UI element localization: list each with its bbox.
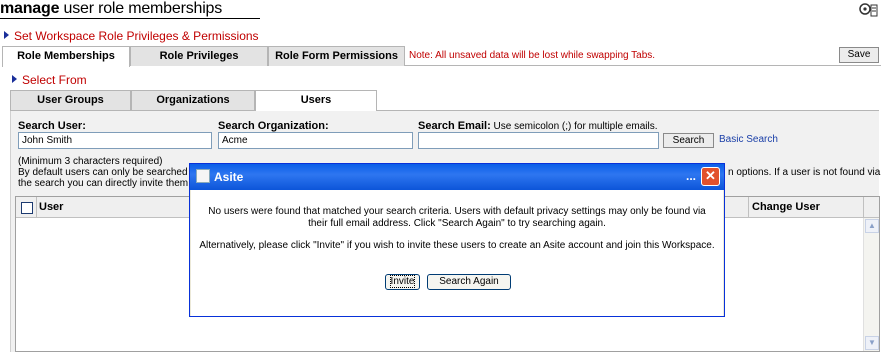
dialog-dots: ... — [685, 169, 696, 183]
search-email-label: Search Email: Use semicolon (;) for mult… — [418, 120, 658, 132]
search-again-button[interactable]: Search Again — [427, 274, 511, 290]
scroll-down-icon[interactable]: ▼ — [865, 336, 879, 350]
dialog-title: Asite — [214, 170, 244, 184]
column-header-user[interactable]: User — [39, 201, 63, 213]
search-organization-label: Search Organization: — [218, 120, 329, 132]
tab-role-form-permissions[interactable]: Role Form Permissions — [268, 46, 405, 66]
dialog-message-line-1: No users were found that matched your se… — [208, 206, 706, 217]
dialog-message-line-2: their full email address. Click "Search … — [308, 218, 606, 229]
page-title-rest: user role memberships — [59, 0, 223, 17]
invite-button[interactable]: Invite — [385, 274, 420, 290]
search-organization-input[interactable] — [218, 132, 413, 149]
search-help-text-right: n options. If a user is not found via — [728, 167, 881, 178]
page-title: manage user role memberships — [0, 0, 222, 20]
tab-role-privileges[interactable]: Role Privileges — [130, 46, 268, 66]
search-help-text: (Minimum 3 characters required) By defau… — [18, 156, 196, 189]
title-underline — [0, 18, 260, 19]
tab-users[interactable]: Users — [255, 90, 377, 111]
search-email-hint: Use semicolon (;) for multiple emails. — [490, 121, 658, 132]
dialog-title-bar[interactable]: Asite ... ✕ — [190, 164, 724, 190]
asite-app-icon — [196, 169, 210, 183]
save-button[interactable]: Save — [839, 47, 879, 63]
role-settings-icon[interactable] — [858, 2, 878, 18]
grid-divider — [748, 197, 749, 218]
triangle-right-icon — [12, 75, 17, 83]
role-tabs-bar: Role Memberships Role Privileges Role Fo… — [2, 46, 881, 67]
select-from-tabs-bar: User Groups Organizations Users — [10, 90, 879, 111]
unsaved-data-note: Note: All unsaved data will be lost whil… — [409, 50, 656, 61]
scroll-up-icon[interactable]: ▲ — [865, 219, 879, 233]
search-user-input[interactable] — [18, 132, 212, 149]
close-icon[interactable]: ✕ — [701, 167, 720, 186]
tab-role-memberships[interactable]: Role Memberships — [2, 46, 130, 67]
grid-divider — [36, 197, 37, 218]
tab-organizations[interactable]: Organizations — [131, 90, 255, 110]
dialog-message-line-3: Alternatively, please click "Invite" if … — [199, 240, 715, 251]
search-email-input[interactable] — [418, 132, 659, 149]
page-title-bold: manage — [0, 0, 60, 17]
section-heading-privileges: Set Workspace Role Privileges & Permissi… — [4, 29, 259, 43]
column-header-change-user[interactable]: Change User — [752, 201, 820, 213]
select-all-checkbox[interactable] — [21, 202, 33, 214]
search-button[interactable]: Search — [663, 133, 714, 148]
triangle-right-icon — [4, 31, 9, 39]
grid-divider — [863, 197, 864, 218]
search-user-label: Search User: — [18, 120, 86, 132]
dialog-body: No users were found that matched your se… — [191, 190, 723, 316]
tab-user-groups[interactable]: User Groups — [10, 90, 131, 110]
asite-dialog: Asite ... ✕ No users were found that mat… — [189, 163, 725, 317]
grid-scrollbar[interactable]: ▲ ▼ — [863, 218, 879, 351]
basic-search-link[interactable]: Basic Search — [719, 134, 778, 145]
section-heading-select-from: Select From — [12, 73, 87, 87]
